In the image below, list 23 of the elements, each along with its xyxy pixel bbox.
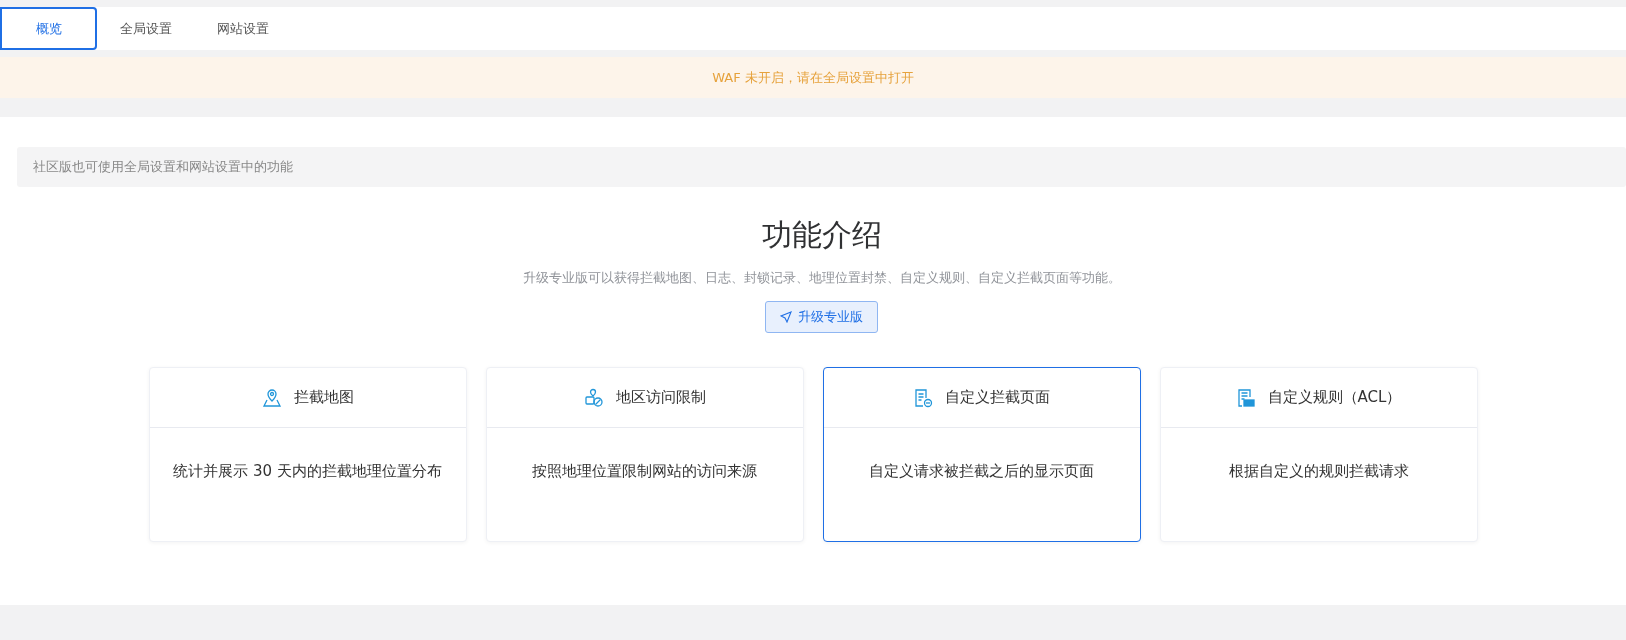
feature-card[interactable]: 自定义规则（ACL） 根据自定义的规则拦截请求 bbox=[1159, 367, 1478, 542]
section-title: 功能介绍 bbox=[761, 216, 882, 254]
section-subtitle: 升级专业版可以获得拦截地图、日志、封锁记录、地理位置封禁、自定义规则、自定义拦截页面等功能。 bbox=[522, 270, 1121, 287]
notice-text: 社区版也可使用全局设置和网站设置中的功能 bbox=[17, 147, 1626, 187]
warning-banner: WAF 未开启，请在全局设置中打开 bbox=[0, 57, 1626, 98]
feature-description: 统计并展示 30 天内的拦截地理位置分布 bbox=[173, 462, 442, 480]
map-pin-icon bbox=[261, 387, 282, 408]
feature-description: 按照地理位置限制网站的访问来源 bbox=[532, 462, 757, 480]
location-block-icon bbox=[583, 387, 604, 408]
document-list-icon bbox=[1235, 387, 1256, 408]
feature-description: 自定义请求被拦截之后的显示页面 bbox=[869, 462, 1094, 480]
feature-card[interactable]: 拦截地图 统计并展示 30 天内的拦截地理位置分布 bbox=[148, 367, 467, 542]
feature-title: 自定义规则（ACL） bbox=[1267, 388, 1402, 407]
feature-title: 地区访问限制 bbox=[615, 388, 706, 407]
feature-description: 根据自定义的规则拦截请求 bbox=[1228, 462, 1409, 480]
tab[interactable]: 概览 bbox=[0, 7, 97, 50]
upgrade-button[interactable]: 升级专业版 bbox=[765, 301, 878, 333]
feature-title: 拦截地图 bbox=[293, 388, 354, 407]
feature-card[interactable]: 自定义拦截页面 自定义请求被拦截之后的显示页面 bbox=[822, 367, 1141, 542]
document-minus-icon bbox=[913, 387, 933, 408]
send-icon bbox=[780, 311, 792, 323]
feature-card[interactable]: 地区访问限制 按照地理位置限制网站的访问来源 bbox=[485, 367, 804, 542]
feature-title: 自定义拦截页面 bbox=[945, 388, 1050, 407]
